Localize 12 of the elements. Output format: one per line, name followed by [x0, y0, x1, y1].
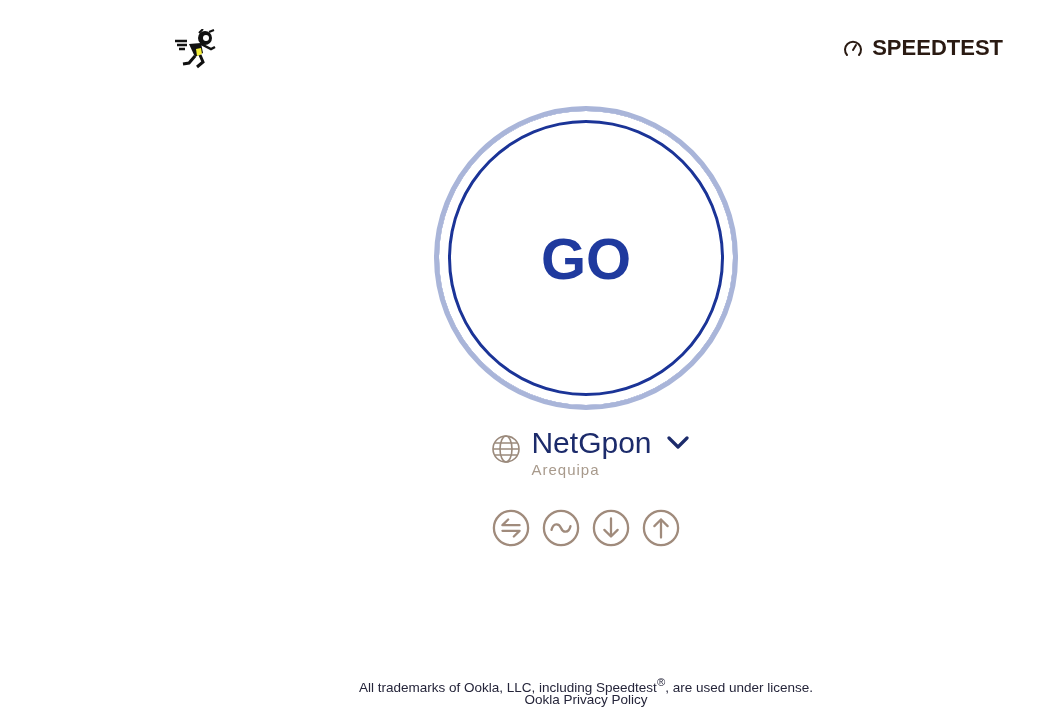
gauge-icon [843, 38, 864, 58]
server-location: Arequipa [531, 461, 600, 479]
wave-icon[interactable] [542, 509, 580, 547]
server-select-button[interactable]: NetGpon [531, 426, 689, 460]
privacy-policy-link[interactable]: Ookla Privacy Policy [524, 693, 648, 706]
swap-arrows-icon[interactable] [492, 509, 530, 547]
trademark-notice: All trademarks of Ookla, LLC, including Speedtest$^{®}$, are used under license. [358, 675, 813, 693]
go-button[interactable]: GO [434, 106, 738, 410]
logo-link[interactable]: SPEEDTEST [843, 37, 1003, 59]
chevron-down-icon [666, 436, 689, 450]
running-figure-icon [173, 29, 217, 69]
globe-icon [491, 434, 522, 464]
